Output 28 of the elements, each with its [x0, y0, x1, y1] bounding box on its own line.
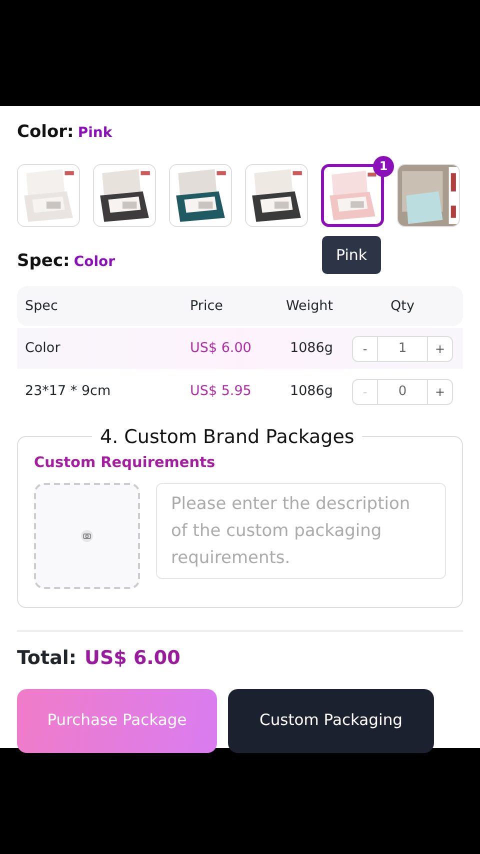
field-value: Color — [74, 252, 116, 272]
description-field[interactable]: Please enter the description of the custom packaging requirements. — [156, 482, 446, 579]
field-label: Color: — [17, 121, 74, 144]
minus-button[interactable]: - — [352, 336, 378, 362]
table-cell-text: Color — [25, 339, 62, 358]
column-header: Weight — [285, 296, 334, 316]
field-label: Spec: — [17, 250, 70, 272]
column-header: Qty — [390, 296, 416, 316]
price-cell-text: US$ 5.95 — [190, 382, 252, 402]
table-row[interactable]: Color US$ 6.00 1086g - 1 + — [17, 328, 463, 369]
total-label: Total: — [17, 646, 77, 671]
table-cell-text: 1086g — [289, 382, 334, 402]
tooltip: Pink — [322, 236, 382, 274]
count-badge: 1 — [373, 156, 394, 176]
camera-icon — [81, 530, 93, 542]
field-value: Pink — [78, 124, 112, 143]
plus-button[interactable]: + — [427, 336, 453, 362]
table-cell-text: 23*17 * 9cm — [25, 382, 112, 402]
column-header: Price — [190, 296, 224, 316]
quantity-field[interactable]: 1 — [378, 336, 427, 362]
section-subtitle: Custom Requirements — [34, 454, 216, 473]
table-cell-text: 1086g — [289, 339, 334, 358]
plus-button[interactable]: + — [427, 378, 453, 404]
quantity-field[interactable]: 0 — [378, 378, 427, 404]
column-header: Spec — [25, 296, 59, 316]
price-cell-text: US$ 6.00 — [190, 339, 252, 358]
custom-packaging-button[interactable]: Custom Packaging — [228, 688, 434, 752]
total-value: US$ 6.00 — [84, 646, 180, 671]
